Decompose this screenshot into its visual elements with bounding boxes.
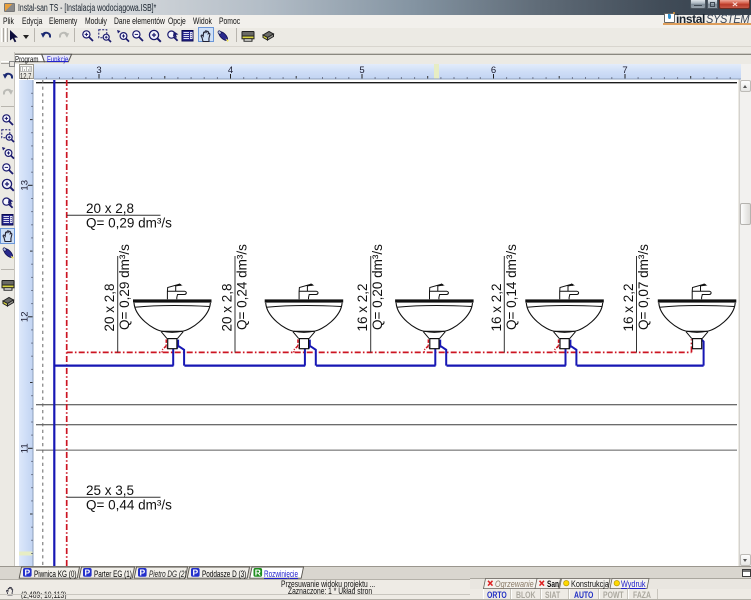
svg-text:Q= 0,20 dm³/s: Q= 0,20 dm³/s bbox=[370, 244, 385, 330]
svg-text:16 x 2,2: 16 x 2,2 bbox=[489, 283, 504, 331]
svg-text:P: P bbox=[24, 567, 30, 577]
svg-text:Q= 0,14 dm³/s: Q= 0,14 dm³/s bbox=[504, 244, 519, 330]
svg-text:P: P bbox=[192, 567, 198, 577]
svg-text:20 x 2,8: 20 x 2,8 bbox=[102, 283, 117, 331]
svg-text:R: R bbox=[255, 567, 261, 577]
svg-text:Q= 0,24 dm³/s: Q= 0,24 dm³/s bbox=[235, 244, 250, 330]
svg-text:Q= 0,29 dm³/s: Q= 0,29 dm³/s bbox=[117, 244, 132, 330]
svg-text:25 x 3,5: 25 x 3,5 bbox=[86, 483, 134, 498]
svg-text:P: P bbox=[139, 567, 145, 577]
svg-text:16 x 2,2: 16 x 2,2 bbox=[621, 283, 636, 331]
svg-text:P: P bbox=[84, 567, 90, 577]
svg-text:Q= 0,07 dm³/s: Q= 0,07 dm³/s bbox=[636, 244, 651, 330]
svg-text:Q= 0,29 dm³/s: Q= 0,29 dm³/s bbox=[86, 216, 172, 231]
svg-text:Q= 0,44 dm³/s: Q= 0,44 dm³/s bbox=[86, 498, 172, 513]
svg-text:16 x 2,2: 16 x 2,2 bbox=[355, 283, 370, 331]
svg-text:20 x 2,8: 20 x 2,8 bbox=[86, 201, 134, 216]
svg-text:20 x 2,8: 20 x 2,8 bbox=[220, 283, 235, 331]
